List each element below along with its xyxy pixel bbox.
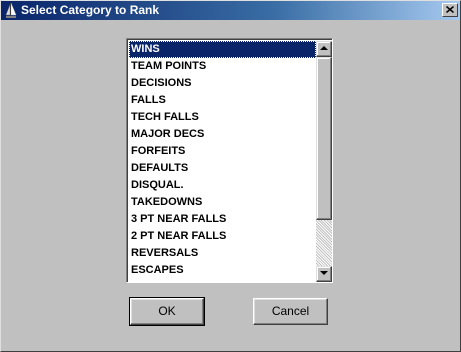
scroll-up-button[interactable] (316, 41, 332, 57)
window-title: Select Category to Rank (21, 3, 160, 17)
list-item[interactable]: REVERSALS (129, 245, 316, 262)
dialog-window: Select Category to Rank WINS TEAM POINTS… (0, 0, 461, 352)
list-item[interactable]: DISQUAL. (129, 177, 316, 194)
category-list: WINS TEAM POINTS DECISIONS FALLS TECH FA… (129, 41, 316, 282)
sailboat-icon (4, 2, 18, 19)
title-bar[interactable]: Select Category to Rank (1, 1, 460, 20)
list-item[interactable]: 2 PT NEAR FALLS (129, 228, 316, 245)
close-button[interactable] (442, 3, 458, 17)
ok-button[interactable]: OK (129, 297, 205, 326)
list-item[interactable]: TAKEDOWNS (129, 194, 316, 211)
list-item[interactable]: TEAM POINTS (129, 58, 316, 75)
list-item[interactable]: 3 PT NEAR FALLS (129, 211, 316, 228)
list-item[interactable]: DEFAULTS (129, 160, 316, 177)
list-item[interactable]: DECISIONS (129, 75, 316, 92)
category-listbox[interactable]: WINS TEAM POINTS DECISIONS FALLS TECH FA… (126, 38, 333, 283)
vertical-scrollbar[interactable] (316, 41, 332, 282)
list-item[interactable]: MAJOR DECS (129, 126, 316, 143)
list-item[interactable]: FALLS (129, 92, 316, 109)
scrollbar-thumb[interactable] (316, 57, 332, 220)
list-item[interactable]: FORFEITS (129, 143, 316, 160)
list-item[interactable]: TECH FALLS (129, 109, 316, 126)
list-item[interactable]: WINS (129, 41, 316, 58)
scroll-down-button[interactable] (316, 266, 332, 282)
list-item[interactable]: ESCAPES (129, 262, 316, 279)
cancel-button[interactable]: Cancel (253, 298, 328, 325)
